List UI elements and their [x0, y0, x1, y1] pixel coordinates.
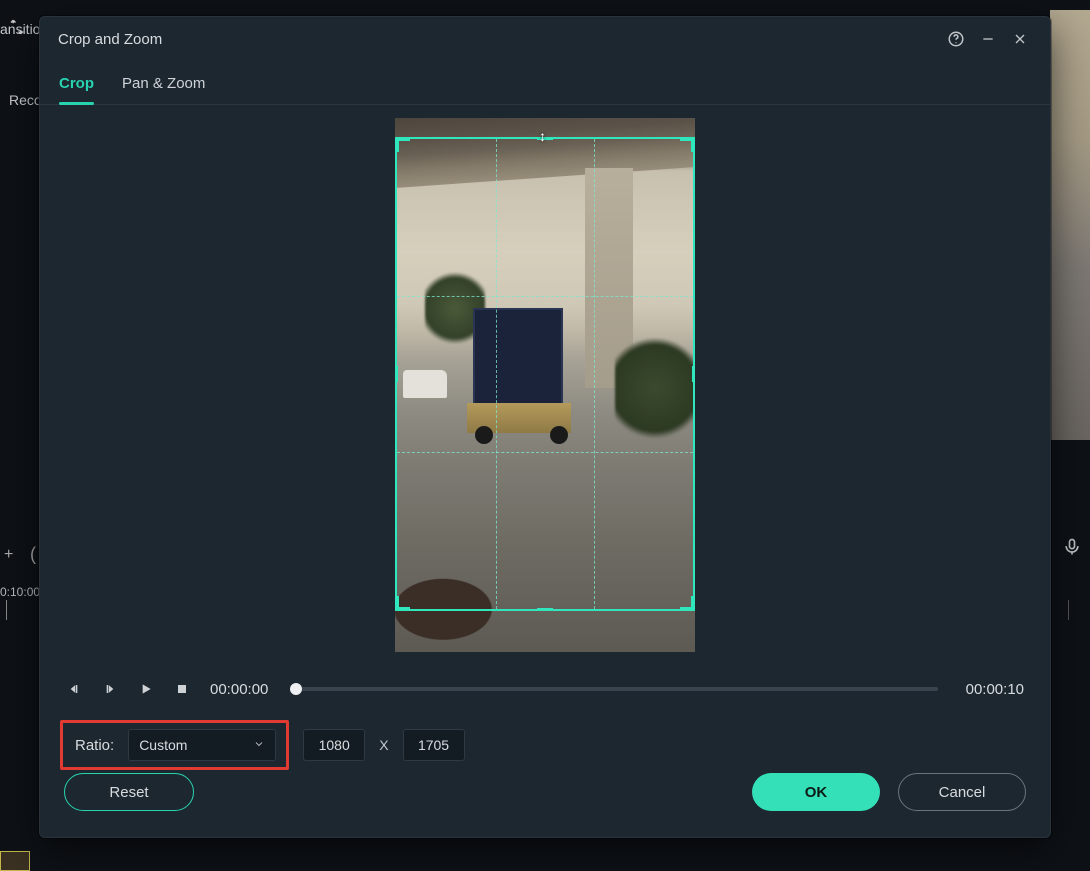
bg-paren: ( [30, 544, 36, 565]
tab-pan-zoom[interactable]: Pan & Zoom [122, 75, 205, 104]
dimension-separator: X [379, 737, 388, 753]
stop-button[interactable] [174, 681, 190, 697]
help-button[interactable] [940, 25, 972, 53]
dialog-titlebar: Crop and Zoom [40, 17, 1050, 61]
step-back-button[interactable] [66, 681, 82, 697]
close-button[interactable] [1004, 25, 1036, 53]
video-truck-wheel [475, 426, 493, 444]
step-forward-button[interactable] [102, 681, 118, 697]
ok-button[interactable]: OK [752, 773, 880, 811]
chevron-down-icon [253, 737, 265, 753]
bg-timeline-timecode: 0:10:00 [0, 585, 40, 599]
ratio-row: Ratio: Custom 1080 X 1705 [40, 709, 1050, 767]
video-truck-body [473, 308, 563, 408]
dialog-tabs: Crop Pan & Zoom [40, 61, 1050, 105]
video-car [403, 370, 447, 398]
ratio-select-value: Custom [139, 737, 187, 753]
bg-timeline-clip [0, 851, 30, 871]
cancel-button[interactable]: Cancel [898, 773, 1026, 811]
dialog-title: Crop and Zoom [58, 31, 162, 48]
video-truck-wheel [550, 426, 568, 444]
playback-controls: 00:00:00 00:00:10 [40, 665, 1050, 709]
timecode-total: 00:00:10 [966, 681, 1024, 698]
video-bush [615, 328, 695, 448]
seek-slider[interactable] [296, 687, 937, 691]
crop-width-input[interactable]: 1080 [303, 729, 365, 761]
minimize-button[interactable] [972, 25, 1004, 53]
crop-preview-area: ↕ [40, 105, 1050, 665]
play-button[interactable] [138, 681, 154, 697]
ratio-select[interactable]: Custom [128, 729, 276, 761]
ratio-highlight: Ratio: Custom [60, 720, 289, 770]
video-frame[interactable]: ↕ [395, 118, 695, 652]
bg-tab-record: Reco [9, 92, 42, 108]
dialog-footer: Reset OK Cancel [40, 773, 1050, 837]
bg-plus: + [4, 546, 13, 564]
reset-button[interactable]: Reset [64, 773, 194, 811]
seek-thumb[interactable] [290, 683, 302, 695]
bg-right-preview [1050, 10, 1090, 440]
crop-zoom-dialog: Crop and Zoom Crop Pan & Zoom [39, 16, 1051, 838]
ratio-label: Ratio: [75, 737, 114, 754]
bg-timeline-playhead [6, 600, 7, 620]
tab-crop[interactable]: Crop [59, 75, 94, 104]
bg-timeline-tick-right [1068, 600, 1090, 620]
timecode-current: 00:00:00 [210, 681, 268, 698]
microphone-icon[interactable] [1062, 537, 1082, 562]
crop-height-input[interactable]: 1705 [403, 729, 465, 761]
